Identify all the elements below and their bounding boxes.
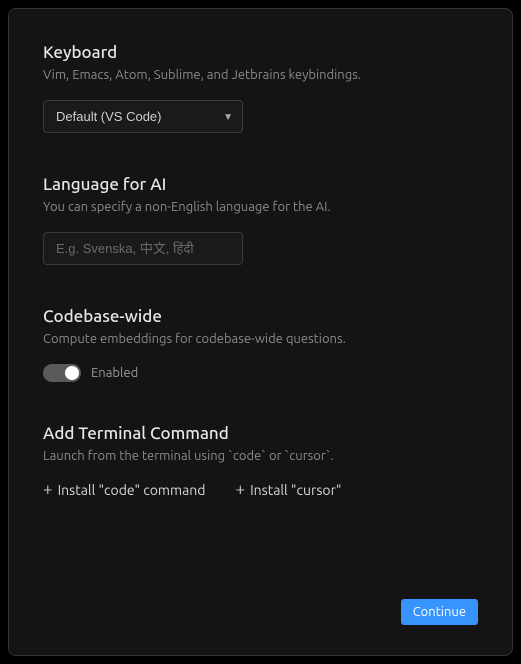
codebase-desc: Compute embeddings for codebase-wide que… [43,332,478,346]
terminal-title: Add Terminal Command [43,424,478,443]
install-cursor-label: Install "cursor" [250,482,341,498]
language-input[interactable] [43,232,243,265]
keyboard-desc: Vim, Emacs, Atom, Sublime, and Jetbrains… [43,68,478,82]
plus-icon: + [235,481,245,498]
codebase-title: Codebase-wide [43,307,478,326]
footer: Continue [401,599,478,625]
keyboard-section: Keyboard Vim, Emacs, Atom, Sublime, and … [43,43,478,133]
install-row: + Install "code" command + Install "curs… [43,481,478,498]
continue-button[interactable]: Continue [401,599,478,625]
install-cursor-button[interactable]: + Install "cursor" [235,481,341,498]
language-section: Language for AI You can specify a non-En… [43,175,478,265]
toggle-knob-icon [65,366,79,380]
keyboard-select[interactable]: Default (VS Code) [43,100,243,133]
install-code-label: Install "code" command [58,482,206,498]
language-desc: You can specify a non-English language f… [43,200,478,214]
codebase-section: Codebase-wide Compute embeddings for cod… [43,307,478,382]
keyboard-select-wrap: Default (VS Code) ▼ [43,100,243,133]
keyboard-title: Keyboard [43,43,478,62]
codebase-toggle[interactable] [43,364,81,382]
plus-icon: + [43,481,53,498]
codebase-toggle-label: Enabled [91,366,138,380]
terminal-section: Add Terminal Command Launch from the ter… [43,424,478,498]
language-title: Language for AI [43,175,478,194]
terminal-desc: Launch from the terminal using `code` or… [43,449,478,463]
settings-panel: Keyboard Vim, Emacs, Atom, Sublime, and … [8,8,513,656]
codebase-toggle-row: Enabled [43,364,478,382]
install-code-button[interactable]: + Install "code" command [43,481,205,498]
